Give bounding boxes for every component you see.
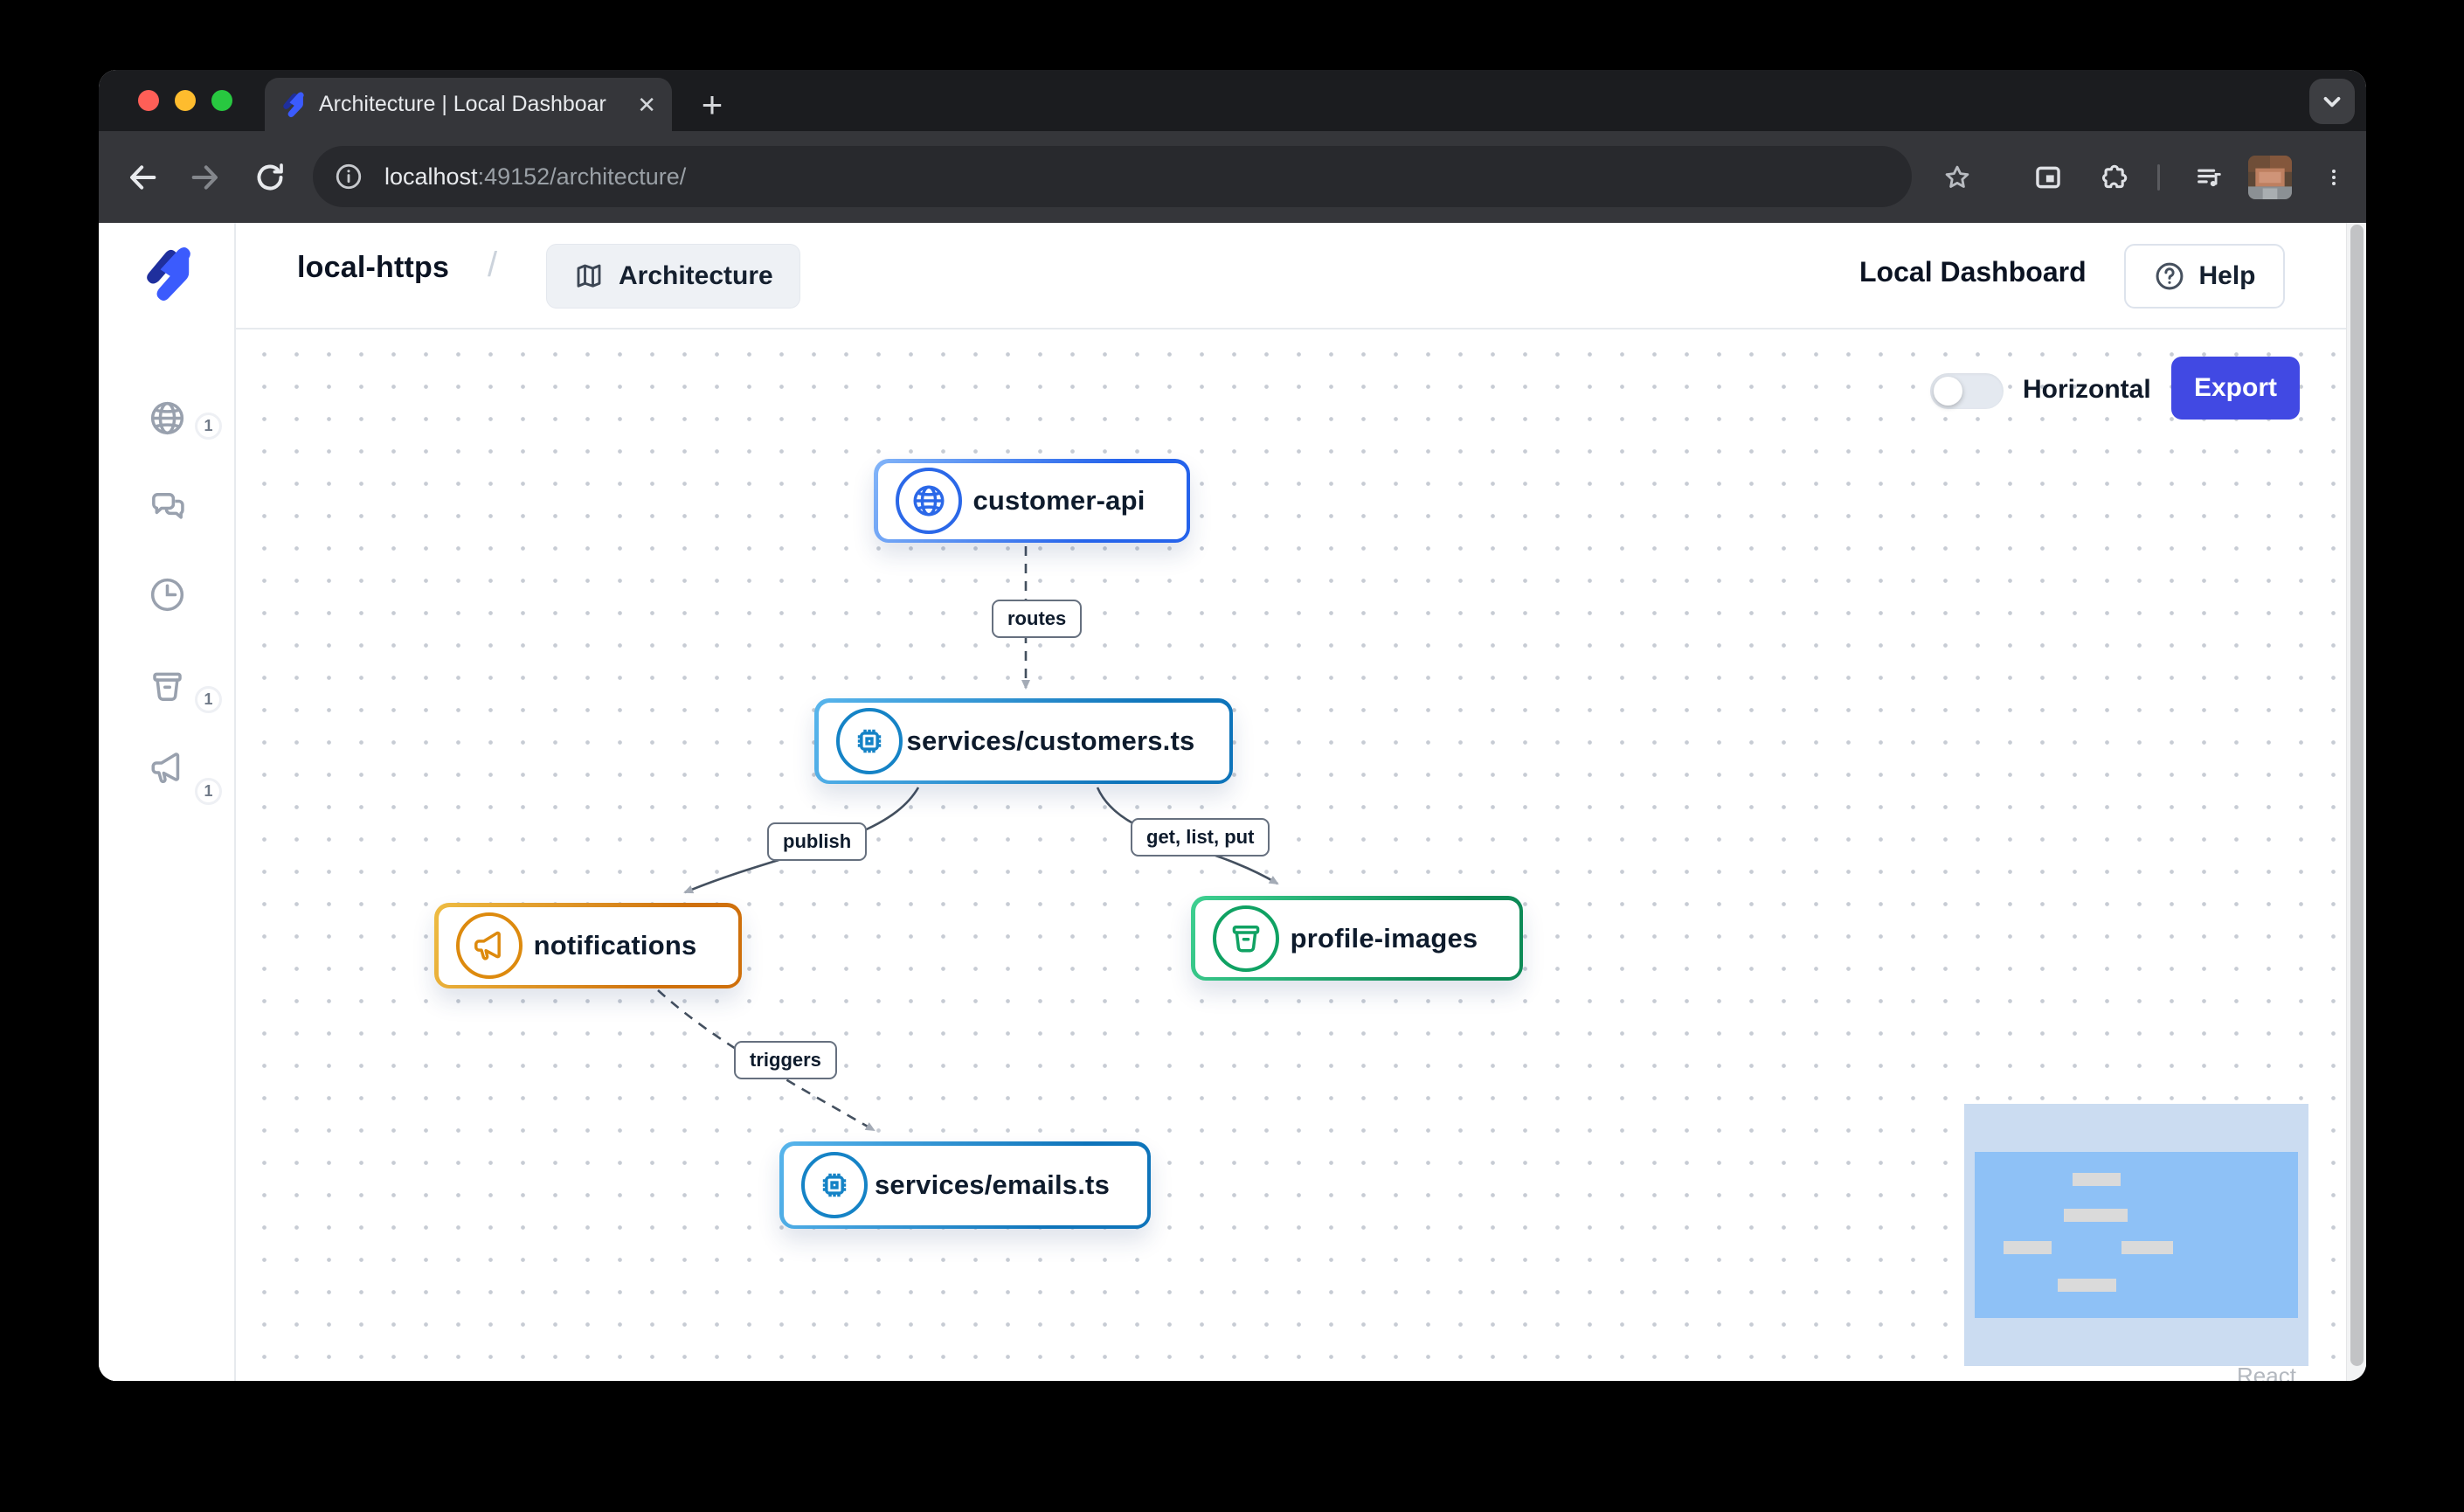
scrollbar-thumb[interactable]: [2350, 225, 2364, 1366]
url-host: localhost: [384, 163, 478, 190]
extensions-puzzle-icon[interactable]: [2100, 163, 2129, 192]
media-controls-icon[interactable]: [2194, 163, 2224, 192]
minimap-node: [2121, 1241, 2173, 1254]
minimize-window-button[interactable]: [175, 90, 196, 111]
bucket-icon: [1213, 905, 1279, 972]
node-label: profile-images: [1279, 923, 1502, 954]
toggle-knob: [1934, 377, 1962, 406]
site-info-icon[interactable]: [334, 162, 363, 191]
screen-background: Architecture | Local Dashboar ✕ + localh…: [0, 0, 2464, 1512]
topic-count-badge: 1: [195, 778, 222, 805]
tab-architecture-label: Architecture: [619, 261, 773, 291]
globe-icon[interactable]: [147, 398, 188, 439]
react-flow-attribution: React Flow: [2237, 1363, 2346, 1381]
close-window-button[interactable]: [138, 90, 159, 111]
node-label: services/customers.ts: [903, 725, 1212, 757]
dashboard-page: 1 1 1 local-https / Architecture Local D…: [99, 223, 2366, 1381]
minimap-node: [2058, 1279, 2116, 1292]
avatar-image: [2248, 156, 2292, 199]
chip-icon: [801, 1152, 868, 1218]
node-notifications[interactable]: notifications: [434, 903, 742, 988]
node-label: services/emails.ts: [868, 1169, 1130, 1201]
resource-sidebar: 1 1 1: [99, 223, 236, 1381]
help-button-label: Help: [2198, 261, 2255, 291]
edge-label-publish: publish: [767, 822, 867, 861]
node-customer-api[interactable]: customer-api: [874, 459, 1190, 543]
edge-label-get-list-put: get, list, put: [1131, 818, 1270, 857]
url-text: localhost:49152/architecture/: [384, 163, 686, 191]
minimap[interactable]: [1964, 1104, 2308, 1366]
address-bar[interactable]: localhost:49152/architecture/: [313, 146, 1912, 207]
gateway-count-badge: 1: [195, 413, 222, 440]
fullscreen-window-button[interactable]: [211, 90, 232, 111]
chevron-down-icon: [2319, 88, 2345, 114]
map-icon: [573, 260, 605, 292]
clock-icon[interactable]: [147, 574, 188, 615]
megaphone-icon: [456, 912, 523, 979]
reload-button[interactable]: [253, 160, 287, 195]
tab-search-button[interactable]: [2309, 79, 2355, 124]
minimap-node: [2064, 1209, 2128, 1222]
browser-menu-icon[interactable]: [2323, 163, 2344, 192]
bucket-icon[interactable]: [147, 666, 188, 707]
app-header: local-https / Architecture Local Dashboa…: [236, 223, 2366, 329]
edge-label-routes: routes: [992, 600, 1082, 638]
node-services-emails[interactable]: services/emails.ts: [779, 1141, 1151, 1229]
megaphone-icon[interactable]: [147, 747, 188, 788]
breadcrumb-separator: /: [488, 246, 497, 285]
horizontal-toggle-label: Horizontal: [2023, 375, 2151, 405]
chat-icon[interactable]: [147, 487, 188, 528]
bookmark-star-icon[interactable]: [1942, 163, 1972, 192]
tab-strip: Architecture | Local Dashboar ✕ +: [99, 70, 2366, 131]
page-scrollbar[interactable]: [2346, 223, 2366, 1381]
chip-icon: [836, 708, 903, 774]
horizontal-toggle[interactable]: [1930, 373, 2004, 409]
tab-architecture[interactable]: Architecture: [546, 244, 800, 309]
edge-label-triggers: triggers: [734, 1041, 837, 1079]
architecture-canvas[interactable]: routes publish get, list, put triggers c…: [236, 329, 2346, 1381]
tab-close-icon[interactable]: ✕: [637, 94, 656, 116]
node-label: notifications: [523, 930, 721, 961]
minimap-node: [2073, 1173, 2121, 1186]
browser-toolbar: localhost:49152/architecture/: [99, 131, 2366, 223]
question-icon: [2153, 260, 2186, 293]
help-button[interactable]: Help: [2124, 244, 2285, 309]
node-services-customers[interactable]: services/customers.ts: [814, 698, 1233, 784]
node-profile-images[interactable]: profile-images: [1191, 896, 1523, 981]
node-label: customer-api: [962, 485, 1169, 517]
minimap-viewport[interactable]: [1975, 1152, 2298, 1318]
minimap-node: [2004, 1241, 2052, 1254]
tab-title: Architecture | Local Dashboar: [319, 92, 606, 117]
forward-button[interactable]: [188, 160, 223, 195]
toolbar-divider: [2157, 164, 2160, 191]
profile-avatar[interactable]: [2248, 156, 2292, 199]
new-tab-button[interactable]: +: [689, 82, 735, 128]
browser-window: Architecture | Local Dashboar ✕ + localh…: [99, 70, 2366, 1381]
globe-icon: [896, 468, 962, 534]
browser-tab[interactable]: Architecture | Local Dashboar ✕: [265, 78, 672, 131]
environment-label: Local Dashboard: [1859, 256, 2087, 288]
side-panel-icon[interactable]: [2033, 163, 2063, 192]
back-button[interactable]: [125, 160, 160, 195]
bucket-count-badge: 1: [195, 686, 222, 713]
encore-favicon: [280, 92, 305, 118]
url-path: :49152/architecture/: [478, 163, 687, 190]
project-name: local-https: [297, 251, 449, 285]
export-button[interactable]: Export: [2171, 357, 2300, 420]
encore-logo[interactable]: [142, 246, 191, 302]
